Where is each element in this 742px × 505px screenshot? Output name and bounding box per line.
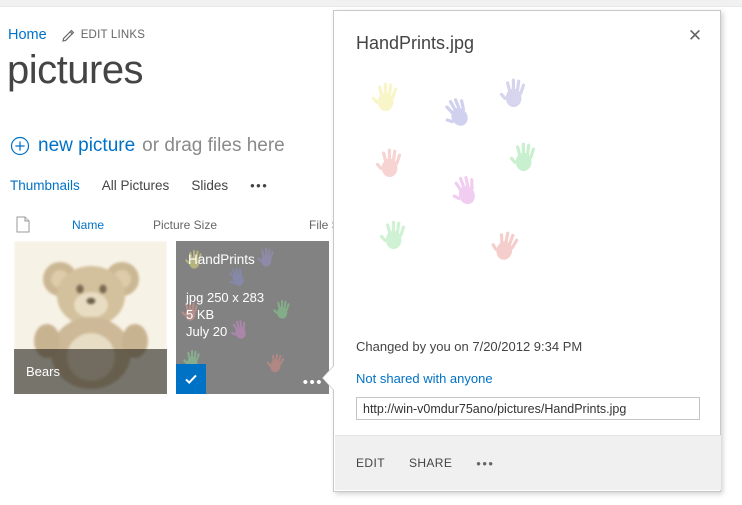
handprints-preview-image: [356, 66, 700, 316]
edit-button[interactable]: EDIT: [356, 456, 385, 470]
tile-selection-checkbox[interactable]: [176, 364, 206, 394]
column-header-name[interactable]: Name: [72, 218, 104, 232]
document-icon: [16, 216, 30, 233]
breadcrumb: Home EDIT LINKS: [8, 27, 145, 43]
checkmark-icon: [183, 371, 199, 387]
tile-meta-filesize: 5 KB: [186, 306, 264, 323]
image-preview[interactable]: [356, 66, 700, 316]
item-callout-panel: HandPrints.jpg ✕: [333, 10, 721, 492]
column-header-picture-size[interactable]: Picture Size: [153, 218, 217, 232]
share-button[interactable]: SHARE: [409, 456, 452, 470]
tile-overlay-meta-handprints: jpg 250 x 283 5 KB July 20: [186, 289, 264, 340]
tile-bears[interactable]: Bears: [14, 241, 167, 394]
edit-links-button[interactable]: EDIT LINKS: [61, 28, 145, 42]
view-selector: Thumbnails All Pictures Slides •••: [10, 178, 268, 193]
new-picture-link[interactable]: new picture: [38, 135, 135, 157]
breadcrumb-home-link[interactable]: Home: [8, 27, 47, 43]
edit-links-label: EDIT LINKS: [81, 29, 145, 41]
tile-more-ellipsis-button[interactable]: •••: [303, 377, 323, 389]
tile-overlay-title-handprints: HandPrints: [188, 252, 255, 267]
tile-handprints[interactable]: HandPrints jpg 250 x 283 5 KB July 20 ••…: [176, 241, 329, 394]
sharing-status-link[interactable]: Not shared with anyone: [356, 371, 493, 386]
new-picture-row: new picture or drag files here: [10, 135, 285, 157]
callout-title: HandPrints.jpg: [356, 33, 474, 54]
item-url-input[interactable]: [356, 397, 700, 420]
view-tab-slides[interactable]: Slides: [191, 178, 228, 193]
page-title: pictures: [7, 50, 143, 90]
drag-files-hint: or drag files here: [142, 135, 285, 157]
tile-meta-date: July 20: [186, 323, 264, 340]
callout-footer-actions: EDIT SHARE •••: [335, 435, 721, 490]
view-more-ellipsis-button[interactable]: •••: [250, 178, 268, 193]
close-icon[interactable]: ✕: [682, 23, 708, 49]
view-tab-thumbnails[interactable]: Thumbnails: [10, 178, 80, 193]
pencil-icon: [61, 29, 75, 43]
tile-caption-bears: Bears: [14, 349, 167, 394]
plus-circle-icon: [10, 136, 30, 156]
tile-meta-dimensions: jpg 250 x 283: [186, 289, 264, 306]
suite-bar-strip: [0, 0, 742, 7]
view-tab-all-pictures[interactable]: All Pictures: [102, 178, 170, 193]
more-actions-ellipsis-button[interactable]: •••: [476, 456, 494, 471]
column-header-row: Name Picture Size File Siz: [12, 216, 334, 240]
callout-beak: [323, 366, 334, 390]
changed-by-text: Changed by you on 7/20/2012 9:34 PM: [356, 339, 582, 354]
